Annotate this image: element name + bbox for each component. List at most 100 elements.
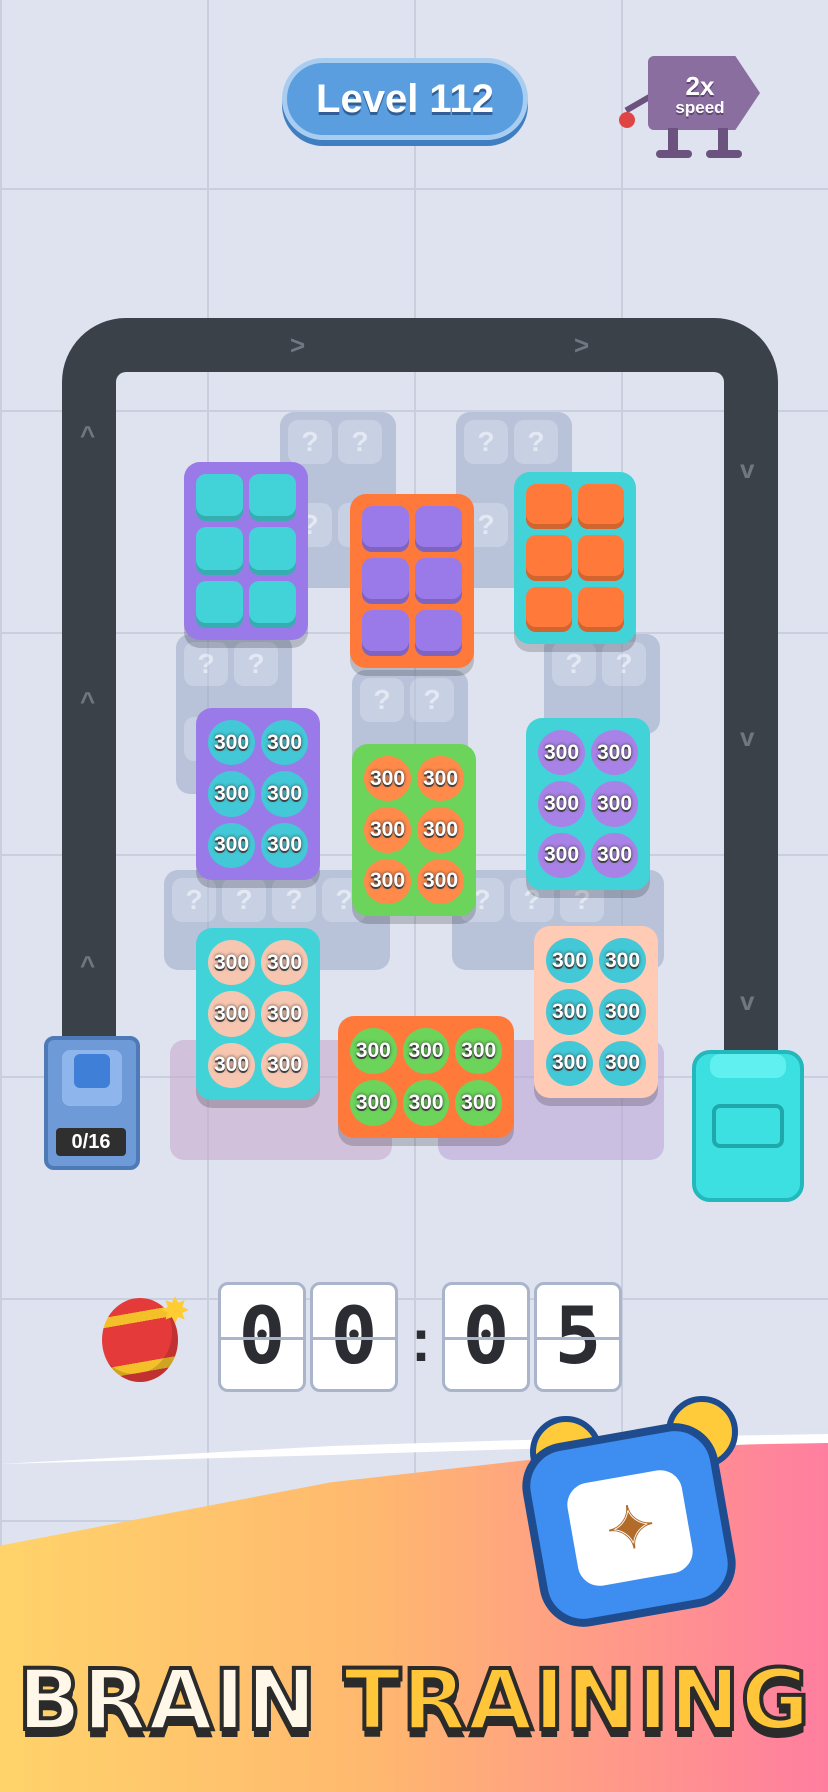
bomb-cell: 300	[591, 781, 638, 827]
timer-digit: 5	[534, 1282, 622, 1392]
hidden-cell: ?	[602, 642, 646, 686]
bomb-cell: 300	[546, 938, 593, 984]
bomb-cell: 300	[208, 720, 255, 766]
dispenser-counter: 0/16	[56, 1128, 126, 1156]
cube	[249, 474, 296, 522]
cube-block-teal[interactable]	[184, 462, 308, 640]
level-label: Level 112	[316, 76, 494, 121]
timer-digit: 0	[310, 1282, 398, 1392]
cube	[362, 558, 409, 604]
hidden-cell: ?	[172, 878, 216, 922]
bomb-cell: 300	[455, 1028, 502, 1074]
oven-window	[712, 1104, 784, 1148]
bomb-cell: 300	[402, 1080, 450, 1126]
track-arrow-icon: ^	[80, 950, 96, 980]
cube	[526, 484, 572, 530]
bomb-cell: 300	[538, 832, 585, 878]
track-arrow-icon: ^	[80, 686, 96, 716]
cube	[415, 506, 462, 552]
bomb-cell: 300	[591, 730, 638, 776]
hidden-cell: ?	[234, 642, 278, 686]
bomb-cell: 300	[538, 730, 585, 776]
bomb-cell: 300	[417, 858, 464, 904]
bomb-cell: 300	[208, 1042, 255, 1088]
hidden-cell: ?	[222, 878, 266, 922]
oven-top	[710, 1054, 786, 1078]
cube	[249, 527, 296, 575]
speed-sign-foot	[656, 150, 692, 158]
bomb-cell: 300	[364, 756, 411, 802]
speed-text: speed	[675, 97, 725, 117]
bomb-cell: 300	[417, 756, 464, 802]
bomb-cell: 300	[261, 771, 308, 817]
cube	[196, 474, 243, 522]
timer-digit: 0	[442, 1282, 530, 1392]
bomb-cell: 300	[455, 1080, 502, 1126]
bomb-block-teal[interactable]: 300 300 300 300 300 300	[196, 708, 320, 880]
cube	[362, 610, 409, 656]
track-arrow-icon: v	[740, 454, 755, 484]
hidden-cell: ?	[514, 420, 558, 464]
track-arrow-icon: >	[290, 330, 306, 360]
bomb-cell: 300	[261, 991, 308, 1037]
cube	[578, 484, 624, 530]
bomb-cell: 300	[208, 822, 255, 868]
bomb-block-purple[interactable]: 300 300 300 300 300 300	[526, 718, 650, 890]
bomb-cell: 300	[546, 1040, 593, 1086]
cube	[196, 527, 243, 575]
dispenser-cube-icon	[74, 1054, 110, 1088]
spark-icon: ✸	[160, 1290, 191, 1331]
bomb-block-orange[interactable]: 300 300 300 300 300 300	[352, 744, 476, 916]
cube	[362, 506, 409, 552]
track-arrow-icon: ^	[80, 420, 96, 450]
hidden-cell: ?	[410, 678, 454, 722]
promo-headline: BRAIN TRAINING	[0, 1640, 828, 1760]
bomb-cell: 300	[599, 938, 646, 984]
bomb-cell: 300	[208, 940, 255, 986]
cube	[578, 586, 624, 632]
level-indicator: Level 112	[282, 58, 528, 140]
hidden-cell: ?	[338, 420, 382, 464]
speed-sign-foot	[706, 150, 742, 158]
cube-block-purple[interactable]	[350, 494, 474, 668]
headline-word-training: TRAINING	[342, 1649, 812, 1751]
headline-word-brain: BRAIN	[15, 1649, 318, 1751]
bomb-cell: 300	[261, 940, 308, 986]
cube	[415, 610, 462, 656]
track-arrow-icon: v	[740, 722, 755, 752]
hidden-cell: ?	[464, 420, 508, 464]
cube-block-orange[interactable]	[514, 472, 636, 644]
bomb-cell: 300	[364, 858, 411, 904]
bomb-block-cyan[interactable]: 300 300 300 300 300 300	[534, 926, 658, 1098]
bomb-block-peach[interactable]: 300 300 300 300 300 300	[196, 928, 320, 1100]
timer-digit: 0	[218, 1282, 306, 1392]
hidden-cell: ?	[272, 878, 316, 922]
bomb-cell: 300	[350, 1028, 397, 1074]
bomb-cell: 300	[546, 989, 593, 1035]
bomb-cell: 300	[599, 989, 646, 1035]
bomb-cell: 300	[208, 771, 255, 817]
bomb-cell: 300	[261, 822, 308, 868]
hidden-cell: ?	[288, 420, 332, 464]
hidden-cell: ?	[184, 642, 228, 686]
speed-button-label[interactable]: 2x speed	[660, 66, 740, 122]
bomb-cell: 300	[261, 1042, 308, 1088]
bomb-cell: 300	[591, 832, 638, 878]
clock-hands-icon: ✦	[601, 1492, 661, 1565]
cube	[249, 580, 296, 628]
track-arrow-icon: >	[574, 330, 590, 360]
bomb-block-green[interactable]: 300 300 300 300 300 300	[338, 1016, 514, 1138]
cube	[526, 535, 572, 581]
cube	[196, 580, 243, 628]
bomb-cell: 300	[208, 991, 255, 1037]
hidden-cell: ?	[360, 678, 404, 722]
bomb-cell: 300	[364, 807, 411, 853]
bomb-cell: 300	[261, 720, 308, 766]
cube	[526, 586, 572, 632]
bomb-cell: 300	[402, 1028, 450, 1074]
cube	[578, 535, 624, 581]
cube	[415, 558, 462, 604]
timer-separator: :	[411, 1307, 431, 1374]
bomb-cell: 300	[417, 807, 464, 853]
hidden-cell: ?	[552, 642, 596, 686]
